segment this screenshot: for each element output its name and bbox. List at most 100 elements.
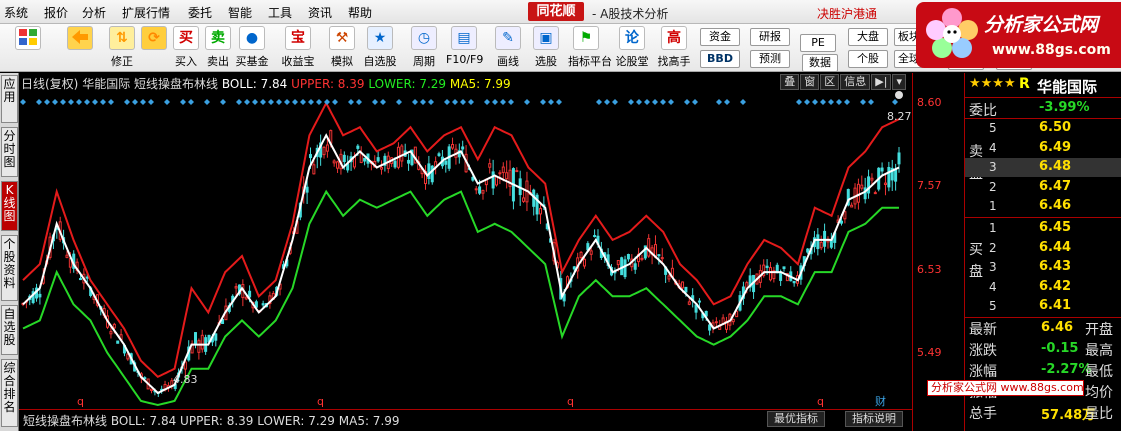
- signal-diamond: [268, 99, 274, 105]
- news-ticker[interactable]: 决胜沪港通: [817, 5, 877, 22]
- toolbar-small-4-button[interactable]: PE: [800, 34, 836, 52]
- orderbook-row[interactable]: 3 6.48: [965, 158, 1121, 178]
- candle-body: [305, 186, 309, 193]
- menu-trade[interactable]: 委托: [188, 4, 212, 21]
- signal-diamond: [356, 99, 362, 105]
- candle-body: [823, 230, 827, 247]
- toolbar-9-button[interactable]: ★ 自选股: [362, 26, 398, 70]
- orderbook-row[interactable]: 3 6.43: [965, 258, 1121, 277]
- menu-info[interactable]: 资讯: [308, 4, 332, 21]
- menu-dropdown-button[interactable]: ▾: [892, 74, 906, 90]
- toolbar-small-5-button[interactable]: 数据: [802, 54, 838, 72]
- toolbar-5-button[interactable]: 卖卖出: [200, 26, 236, 70]
- menu-analysis[interactable]: 分析: [82, 4, 106, 21]
- info-button[interactable]: 信息: [840, 74, 871, 90]
- candle-body: [640, 257, 644, 260]
- toolbar-13-button[interactable]: ▣ 选股: [528, 26, 564, 70]
- toolbar-15-button[interactable]: 论论股堂: [614, 26, 650, 70]
- signal-diamond: [124, 99, 130, 105]
- toolbar-8-button[interactable]: ⚒ 模拟: [324, 26, 360, 70]
- toolbar-12-button[interactable]: ✎ 画线: [490, 26, 526, 70]
- candle-body: [325, 144, 329, 152]
- signal-diamond: [164, 99, 170, 105]
- y-tick-label: 7.57: [917, 178, 942, 192]
- kline-chart[interactable]: 8.27 4.83 q q q q 财 日线(复权) 华能国际 短线操盘布林线 BOLL: …: [19, 73, 912, 431]
- tab-watchlist[interactable]: 自选股: [1, 305, 18, 355]
- tab-timeshare[interactable]: 分时图: [1, 127, 18, 177]
- window-button[interactable]: 窗: [800, 74, 820, 90]
- q-marker: q: [77, 395, 84, 408]
- toolbar-2-button[interactable]: ⇅ 修正: [104, 26, 140, 70]
- orderbook-row[interactable]: 4 6.42: [965, 278, 1121, 297]
- menu-smart[interactable]: 智能: [228, 4, 252, 21]
- menu-extended[interactable]: 扩展行情: [122, 4, 170, 21]
- candle-body: [65, 254, 69, 258]
- quote-value: 6.46: [1041, 320, 1074, 335]
- toolbar-1-button[interactable]: [62, 26, 98, 70]
- toolbar-11-button[interactable]: ▤ F10/F9: [446, 26, 484, 70]
- orderbook-row[interactable]: 4 6.49: [965, 139, 1121, 158]
- toolbar-16-button[interactable]: 高找高手: [656, 26, 692, 70]
- toolbar-3-button[interactable]: ⟳: [136, 26, 172, 70]
- candle-body: [474, 188, 478, 191]
- app-logo: 同花顺: [528, 2, 584, 21]
- chart-svg: 8.27 4.83 q q q q 财: [20, 91, 912, 408]
- signal-diamond: [428, 99, 434, 105]
- signal-diamond: [76, 99, 82, 105]
- chart-header: 日线(复权) 华能国际 短线操盘布林线 BOLL: 7.84 UPPER: 8.…: [21, 75, 511, 92]
- series-line-boll: [22, 133, 900, 395]
- signal-diamond: [236, 99, 242, 105]
- level-number: 2: [989, 179, 997, 194]
- toolbar-small-7-button[interactable]: 个股: [848, 50, 888, 68]
- toolbar-14-button[interactable]: ⚑ 指标平台: [568, 26, 612, 70]
- overlay-button[interactable]: 叠: [780, 74, 800, 90]
- toolbar-10-button[interactable]: ◷ 周期: [406, 26, 442, 70]
- menu-tools[interactable]: 工具: [268, 4, 292, 21]
- toolbar-small-0-button[interactable]: 资金: [700, 28, 740, 46]
- candle-body: [894, 169, 898, 182]
- orderbook-row[interactable]: 2 6.47: [965, 178, 1121, 197]
- orderbook-row[interactable]: 1 6.45: [965, 219, 1121, 238]
- toolbar-small-2-button[interactable]: 研报: [750, 28, 790, 46]
- indicator-help-button[interactable]: 指标说明: [845, 411, 903, 427]
- candle-body: [261, 303, 265, 306]
- tab-kline[interactable]: K线图: [1, 181, 18, 231]
- range-button[interactable]: 区: [820, 74, 840, 90]
- toolbar-7-button[interactable]: 宝收益宝: [280, 26, 316, 70]
- signal-diamond: [492, 99, 498, 105]
- toolbar-label: F10/F9: [446, 53, 484, 66]
- orderbook-row[interactable]: 1 6.46: [965, 197, 1121, 216]
- menu-quote[interactable]: 报价: [44, 4, 68, 21]
- toolbar-small-3-button[interactable]: 预测: [750, 50, 790, 68]
- signal-diamond: [684, 99, 690, 105]
- indicator-text: 短线操盘布林线 BOLL: 7.84 UPPER: 8.39 LOWER: 7.…: [23, 414, 400, 428]
- signal-diamond: [740, 99, 746, 105]
- level-price: 6.50: [1039, 120, 1072, 135]
- toolbar-4-button[interactable]: 买买入: [168, 26, 204, 70]
- level-number: 5: [989, 121, 997, 135]
- orderbook-row[interactable]: 5 6.50: [965, 119, 1121, 138]
- orderbook-row[interactable]: 5 6.41: [965, 297, 1121, 316]
- tab-apps[interactable]: 应用: [1, 75, 18, 123]
- sell-icon: 卖: [205, 26, 231, 50]
- candle-body: [840, 220, 844, 224]
- toolbar-small-1-button[interactable]: BBD: [700, 50, 740, 68]
- quote-extra-label: 均价: [1085, 385, 1113, 401]
- tab-stock-info[interactable]: 个股资料: [1, 235, 18, 301]
- best-indicator-button[interactable]: 最优指标: [767, 411, 825, 427]
- toolbar-6-button[interactable]: ● 买基金: [234, 26, 270, 70]
- q-marker: q: [567, 395, 574, 408]
- menu-help[interactable]: 帮助: [348, 4, 372, 21]
- menu-system[interactable]: 系统: [4, 4, 28, 21]
- candle-body: [867, 176, 871, 194]
- orderbook-row[interactable]: 2 6.44: [965, 239, 1121, 258]
- level-number: 3: [989, 160, 997, 175]
- indicator-bar: 短线操盘布林线 BOLL: 7.84 UPPER: 8.39 LOWER: 7.…: [19, 409, 912, 431]
- candle-body: [647, 238, 651, 257]
- toolbar-label: 找高手: [657, 55, 691, 68]
- collapse-button[interactable]: ▶|: [871, 74, 892, 90]
- toolbar-small-6-button[interactable]: 大盘: [848, 28, 888, 46]
- toolbar-0-button[interactable]: [10, 26, 46, 70]
- tab-ranking[interactable]: 综合排名: [1, 359, 18, 427]
- star-folder-icon: ★: [367, 26, 393, 50]
